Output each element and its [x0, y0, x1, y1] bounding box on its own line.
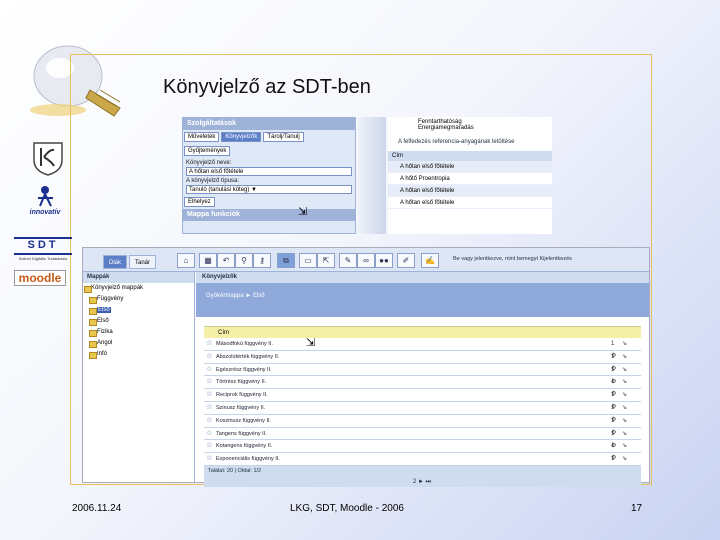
bookmark-name-label: Könyvjelző neve: [186, 160, 232, 166]
footer-center: LKG, SDT, Moodle - 2006 [290, 503, 404, 514]
row-title: Koszinusz függvény II. [216, 417, 272, 424]
list-item[interactable]: A hőtan első főtétele [388, 185, 552, 197]
innovativ-logo: innovatív [20, 185, 70, 221]
tree-item-selected[interactable]: Első [83, 305, 194, 316]
operations-button[interactable]: Műveletek [184, 132, 220, 142]
draw-icon[interactable]: ✐ [397, 253, 415, 268]
sdt-logo: SDT [14, 237, 72, 255]
tree-item[interactable]: Fizika [83, 327, 194, 338]
folders-header: Mappák [83, 272, 194, 283]
list-item[interactable]: A hőtő Proentropia [388, 173, 552, 185]
bookmark-icon[interactable]: ⧉ [277, 253, 295, 268]
table-row[interactable]: Törtrész függvény II.1 ⇘ ⚙ [204, 376, 641, 397]
row-title: Kotangens függvény II. [216, 443, 273, 450]
table-row[interactable]: Másodfokú függvény II.1 ⇘ ⚙ [204, 338, 641, 359]
tree-item[interactable]: Infó [83, 349, 194, 360]
row-title: Törtrész függvény II. [216, 379, 267, 386]
tree-item-label: Függvény [97, 296, 124, 302]
row-title: Reciprok függvény II. [216, 392, 268, 399]
row-title: Szinusz függvény II. [216, 404, 266, 411]
tree-root[interactable]: Könyvjelző mappák [83, 283, 194, 294]
link-icon[interactable]: ∞ [357, 253, 375, 268]
moodle-logo: moodle [14, 270, 66, 286]
tree-item[interactable]: Angol [83, 338, 194, 349]
services-panel-header: Szolgáltatások [183, 118, 355, 130]
grid-icon[interactable]: ▦ [199, 253, 217, 268]
bookmark-list: Másodfokú függvény II.1 ⇘ ⚙Abszolútérték… [196, 338, 649, 474]
lkg-shield-logo [33, 142, 63, 176]
table-row[interactable]: Abszolútérték függvény II.1 ⇘ ⚙ [204, 351, 641, 372]
home-icon[interactable]: ⌂ [177, 253, 195, 268]
folders-sidebar: Mappák Könyvjelző mappák Függvény Első E… [83, 272, 195, 483]
list-item[interactable]: A hőtan első főtétele [388, 161, 552, 173]
row-title: Exponenciális függvény II. [216, 456, 280, 463]
innovativ-logo-text: innovatív [29, 209, 61, 216]
resource-bullets: Fenntarthatóság Energiamegmaradás [388, 117, 552, 131]
sdt-logo-subtitle: Sulinet Digitális Tudásbázis [18, 256, 68, 261]
screenshot-divider [358, 117, 386, 234]
table-row[interactable]: Tangens függvény II.1 ⇘ ⚙ [204, 428, 641, 449]
row-title: Abszolútérték függvény II. [216, 353, 280, 360]
title-column-header: Cím [388, 151, 552, 161]
tree-root-label: Könyvjelző mappák [91, 285, 144, 291]
app-window: Diák Tanár ⌂ ▦ ↶ ⚲ ⚷ ⧉ ▭ ⇱ ✎ ∞ ●● ✐ ✍ Be… [82, 247, 650, 487]
table-row[interactable]: Reciprok függvény II.1 ⇘ ⚙ [204, 389, 641, 410]
row-title: Egészrész függvény II. [216, 366, 272, 373]
list-item[interactable]: A hőtan első főtétele [388, 197, 552, 209]
tab-teacher[interactable]: Tanár [129, 255, 157, 269]
display-icon[interactable]: ▭ [299, 253, 317, 268]
tree-item[interactable]: Függvény [83, 294, 194, 305]
login-status: Be vagy jelentkezve, mint bemegyt Kijele… [453, 256, 572, 262]
table-row[interactable]: Koszinusz függvény II.1 ⇘ ⚙ [204, 415, 641, 436]
tree-item[interactable]: Első [83, 316, 194, 327]
key-icon[interactable]: ⚷ [253, 253, 271, 268]
tab-student[interactable]: Diák [103, 255, 128, 269]
resource-panel: Fenntarthatóság Energiamegmaradás A felf… [388, 117, 552, 234]
folder-functions-header: Mappa funkciók [183, 209, 355, 221]
tools-icon[interactable]: ✎ [339, 253, 357, 268]
bookmark-type-label: A könyvjelző típusa: [186, 178, 240, 184]
page-number: 17 [631, 503, 643, 514]
table-row[interactable]: Egészrész függvény II.1 ⇘ ⚙ [204, 364, 641, 385]
collections-button[interactable]: Gyűjtemények [184, 146, 231, 156]
innovativ-figure-icon [38, 186, 53, 207]
mouse-cursor-icon: ⇲ [306, 337, 316, 349]
bookmark-name-field[interactable]: A hőtan első főtétele [186, 167, 352, 176]
table-row[interactable]: Szinusz függvény II.1 ⇘ ⚙ [204, 402, 641, 423]
table-row[interactable]: Exponenciális függvény II.1 ⇘ ⚙ [204, 453, 641, 474]
pager-info: Találat: 20 | Oldal: 1/2 [204, 465, 641, 477]
export-icon[interactable]: ⇱ [317, 253, 335, 268]
bookmarks-main: Könyvjelzők Gyökérmappa ► Első Cím Másod… [196, 272, 649, 487]
users-icon[interactable]: ●● [375, 253, 393, 268]
bookmarks-header: Könyvjelzők [196, 272, 649, 283]
store-learn-button[interactable]: Tárolj/Tanulj [263, 132, 304, 142]
tree-item-label: Első [97, 318, 109, 324]
download-link[interactable]: A felfedezés referencia-anyagának letölt… [388, 131, 552, 145]
row-title: Másodfokú függvény II. [216, 341, 273, 347]
breadcrumb[interactable]: Gyökérmappa ► Első [196, 283, 649, 317]
place-button[interactable]: Elhelyez [184, 197, 215, 207]
footer-date: 2006.11.24 [72, 503, 122, 514]
tree-item-label: Angol [97, 340, 113, 346]
pager-nav[interactable]: 2 ► ⏭ [204, 476, 641, 487]
back-icon[interactable]: ↶ [217, 253, 235, 268]
row-title: Tangens függvény II. [216, 430, 267, 437]
services-panel: Szolgáltatások Műveletek Könyvjelzők Tárol… [182, 117, 356, 234]
toolbar: Diák Tanár ⌂ ▦ ↶ ⚲ ⚷ ⧉ ▭ ⇱ ✎ ∞ ●● ✐ ✍ Be… [83, 248, 649, 272]
bookmark-type-select[interactable]: Tanuló (tanulási köteg) ▼ [186, 185, 352, 194]
tree-item-label: Első [97, 307, 111, 313]
search-icon[interactable]: ⚲ [235, 253, 253, 268]
tree-item-label: Fizika [97, 329, 113, 335]
title-column-header: Cím [204, 326, 641, 338]
table-row[interactable]: Kotangens függvény II.1 ⇘ ⚙ [204, 440, 641, 461]
bookmarks-button[interactable]: Könyvjelzők [221, 132, 262, 142]
edit-icon[interactable]: ✍ [421, 253, 439, 268]
tree-item-label: Infó [97, 351, 108, 357]
mouse-cursor-icon: ⇲ [298, 206, 308, 218]
